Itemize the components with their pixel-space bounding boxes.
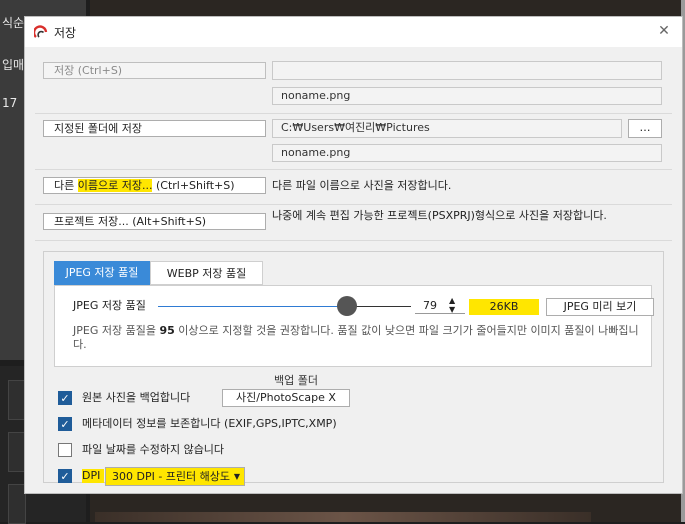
- quality-value-input[interactable]: 79: [415, 298, 465, 314]
- dpi-select[interactable]: 300 DPI - 프린터 해상도 ▼: [105, 467, 245, 486]
- save-as-label-highlight: 이름으로 저장...: [77, 179, 153, 192]
- background-text: 식순: [2, 16, 25, 30]
- save-filename-field: noname.png: [272, 87, 662, 105]
- tab-jpeg-quality[interactable]: JPEG 저장 품질: [54, 261, 150, 285]
- checkbox-checked-icon[interactable]: ✓: [58, 469, 72, 483]
- quality-slider-thumb[interactable]: [337, 296, 357, 316]
- folder-filename-field[interactable]: noname.png: [272, 144, 662, 162]
- option-label: 파일 날짜를 수정하지 않습니다: [82, 443, 225, 456]
- app-logo-icon: [34, 25, 48, 38]
- save-as-shortcut: (Ctrl+Shift+S): [152, 179, 235, 192]
- save-project-button[interactable]: 프로젝트 저장... (Alt+Shift+S): [43, 213, 266, 230]
- jpeg-quality-tab-body: JPEG 저장 품질 79 ▲ ▼ 26KB JPEG 미리 보기 JPEG 저장…: [54, 285, 654, 367]
- folder-path-field[interactable]: C:₩Users₩여진리₩Pictures: [272, 119, 622, 138]
- checkbox-checked-icon[interactable]: ✓: [58, 391, 72, 405]
- save-to-folder-button[interactable]: 지정된 폴더에 저장: [43, 120, 266, 137]
- quality-hint: JPEG 저장 품질을 95 이상으로 지정할 것을 권장합니다. 품질 값이 …: [73, 324, 639, 351]
- divider: [35, 169, 672, 170]
- tab-webp-quality[interactable]: WEBP 저장 품질: [150, 261, 263, 285]
- divider: [35, 204, 672, 205]
- background-text: 입매: [2, 58, 25, 72]
- recommended-quality-value: 95: [159, 324, 175, 337]
- quality-slider-track-rest[interactable]: [355, 306, 411, 307]
- checkbox-checked-icon[interactable]: ✓: [58, 417, 72, 431]
- save-as-description: 다른 파일 이름으로 사진을 저장합니다.: [272, 179, 452, 192]
- dialog-titlebar: 저장 ✕: [25, 17, 682, 47]
- divider: [35, 240, 672, 241]
- quality-label: JPEG 저장 품질: [73, 299, 146, 312]
- dpi-select-value: 300 DPI - 프린터 해상도: [112, 470, 231, 483]
- save-dialog: 저장 ✕ 저장 (Ctrl+S) noname.png 지정된 폴더에 저장 C…: [24, 16, 683, 494]
- save-as-button[interactable]: 다른 이름으로 저장... (Ctrl+Shift+S): [43, 177, 266, 194]
- option-label: 원본 사진을 백업합니다: [82, 391, 191, 404]
- save-as-label: 다른: [54, 179, 78, 192]
- project-description: 나중에 계속 편집 가능한 프로젝트(PSXPRJ)형식으로 사진을 저장합니다…: [272, 209, 607, 222]
- quality-panel: JPEG 저장 품질 WEBP 저장 품질 JPEG 저장 품질 79 ▲ ▼ 2…: [43, 251, 664, 486]
- divider: [35, 113, 672, 114]
- browse-folder-button[interactable]: …: [628, 119, 662, 138]
- dropdown-arrow-icon: ▼: [233, 472, 240, 481]
- background-text: 17: [2, 96, 18, 110]
- jpeg-preview-button[interactable]: JPEG 미리 보기: [546, 298, 654, 316]
- option-label: 메타데이터 정보를 보존합니다 (EXIF,GPS,IPTC,XMP): [82, 417, 337, 430]
- save-path-field: [272, 61, 662, 80]
- option-label: DPI: [82, 469, 105, 483]
- save-button[interactable]: 저장 (Ctrl+S): [43, 62, 266, 79]
- checkbox-unchecked-icon[interactable]: [58, 443, 72, 457]
- file-size-label: 26KB: [469, 299, 539, 315]
- backup-folder-button[interactable]: 사진/PhotoScape X: [222, 389, 350, 407]
- background-photo-edge: [95, 512, 591, 522]
- backup-folder-label: 백업 폴더: [274, 374, 318, 387]
- close-icon[interactable]: ✕: [656, 23, 672, 39]
- dialog-title: 저장: [54, 26, 77, 40]
- quality-spinner-icon[interactable]: ▲ ▼: [449, 296, 455, 314]
